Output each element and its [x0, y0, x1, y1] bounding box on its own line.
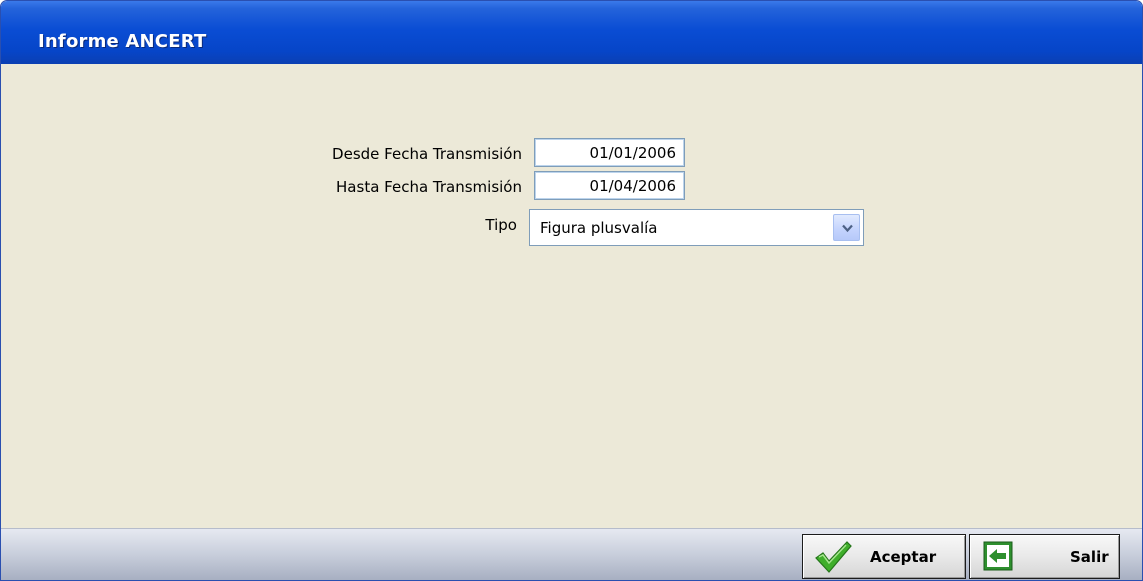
- salir-label: Salir: [1070, 548, 1109, 566]
- button-bar: Aceptar Salir: [1, 528, 1142, 580]
- window-title: Informe ANCERT: [38, 31, 207, 52]
- check-icon: [815, 541, 852, 573]
- desde-fecha-label: Desde Fecha Transmisión: [332, 145, 522, 163]
- dialog-window: Informe ANCERT Desde Fecha Transmisión 0…: [0, 0, 1143, 581]
- chevron-down-icon: [842, 224, 853, 233]
- tipo-select[interactable]: Figura plusvalía: [529, 209, 864, 246]
- hasta-fecha-label: Hasta Fecha Transmisión: [336, 178, 522, 196]
- title-bar[interactable]: Informe ANCERT: [1, 1, 1142, 64]
- dropdown-button[interactable]: [833, 214, 860, 241]
- salir-button[interactable]: Salir: [969, 534, 1120, 579]
- hasta-fecha-input[interactable]: 01/04/2006: [534, 171, 685, 200]
- desde-fecha-input[interactable]: 01/01/2006: [534, 138, 685, 167]
- aceptar-button[interactable]: Aceptar: [802, 534, 966, 579]
- aceptar-label: Aceptar: [870, 548, 937, 566]
- form-panel: Desde Fecha Transmisión 01/01/2006 Hasta…: [4, 64, 1139, 528]
- exit-arrow-icon: [983, 541, 1013, 571]
- tipo-selected-value: Figura plusvalía: [540, 219, 658, 237]
- tipo-label: Tipo: [485, 216, 517, 234]
